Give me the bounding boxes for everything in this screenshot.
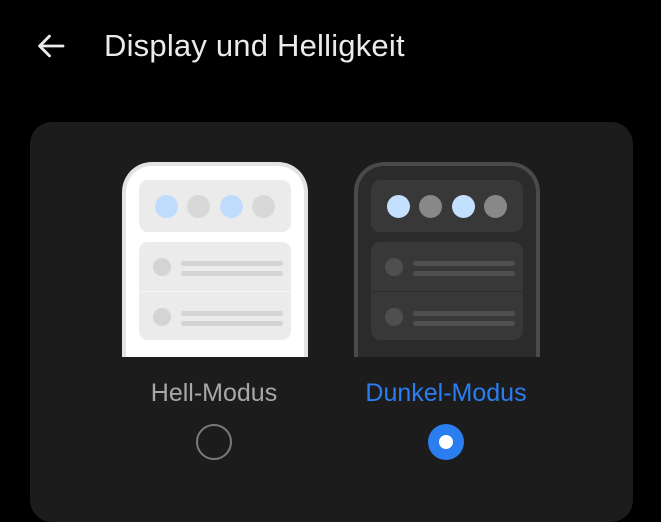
preview-quick-settings (371, 180, 523, 232)
preview-toggle-dot (386, 194, 410, 218)
preview-toggle-dot (419, 194, 443, 218)
light-mode-option[interactable]: Hell-Modus (114, 162, 314, 462)
preview-list (371, 242, 523, 340)
dark-mode-preview (354, 162, 540, 357)
light-mode-preview (122, 162, 308, 357)
preview-list-row (371, 242, 523, 291)
back-button[interactable] (22, 20, 80, 72)
preview-list-row (139, 291, 291, 340)
preview-quick-settings (139, 180, 291, 232)
preview-list (139, 242, 291, 340)
preview-list-row (371, 291, 523, 340)
radio-selected-dot (439, 435, 453, 449)
preview-list-row (139, 242, 291, 291)
preview-toggle-dot (187, 194, 211, 218)
preview-toggle-dot (484, 194, 508, 218)
light-mode-label: Hell-Modus (150, 379, 278, 407)
app-header: Display und Helligkeit (0, 0, 661, 92)
dark-mode-radio[interactable] (428, 424, 464, 460)
arrow-left-icon (38, 34, 65, 58)
preview-toggle-dot (451, 194, 475, 218)
preview-toggle-dot (219, 194, 243, 218)
preview-toggle-dot (154, 194, 178, 218)
preview-toggle-dot (252, 194, 276, 218)
theme-mode-card: Hell-Modus Dunkel-Modus (30, 122, 633, 522)
dark-mode-option[interactable]: Dunkel-Modus (346, 162, 546, 462)
light-mode-radio[interactable] (196, 424, 232, 460)
page-title: Display und Helligkeit (104, 28, 405, 63)
dark-mode-label: Dunkel-Modus (365, 379, 527, 407)
